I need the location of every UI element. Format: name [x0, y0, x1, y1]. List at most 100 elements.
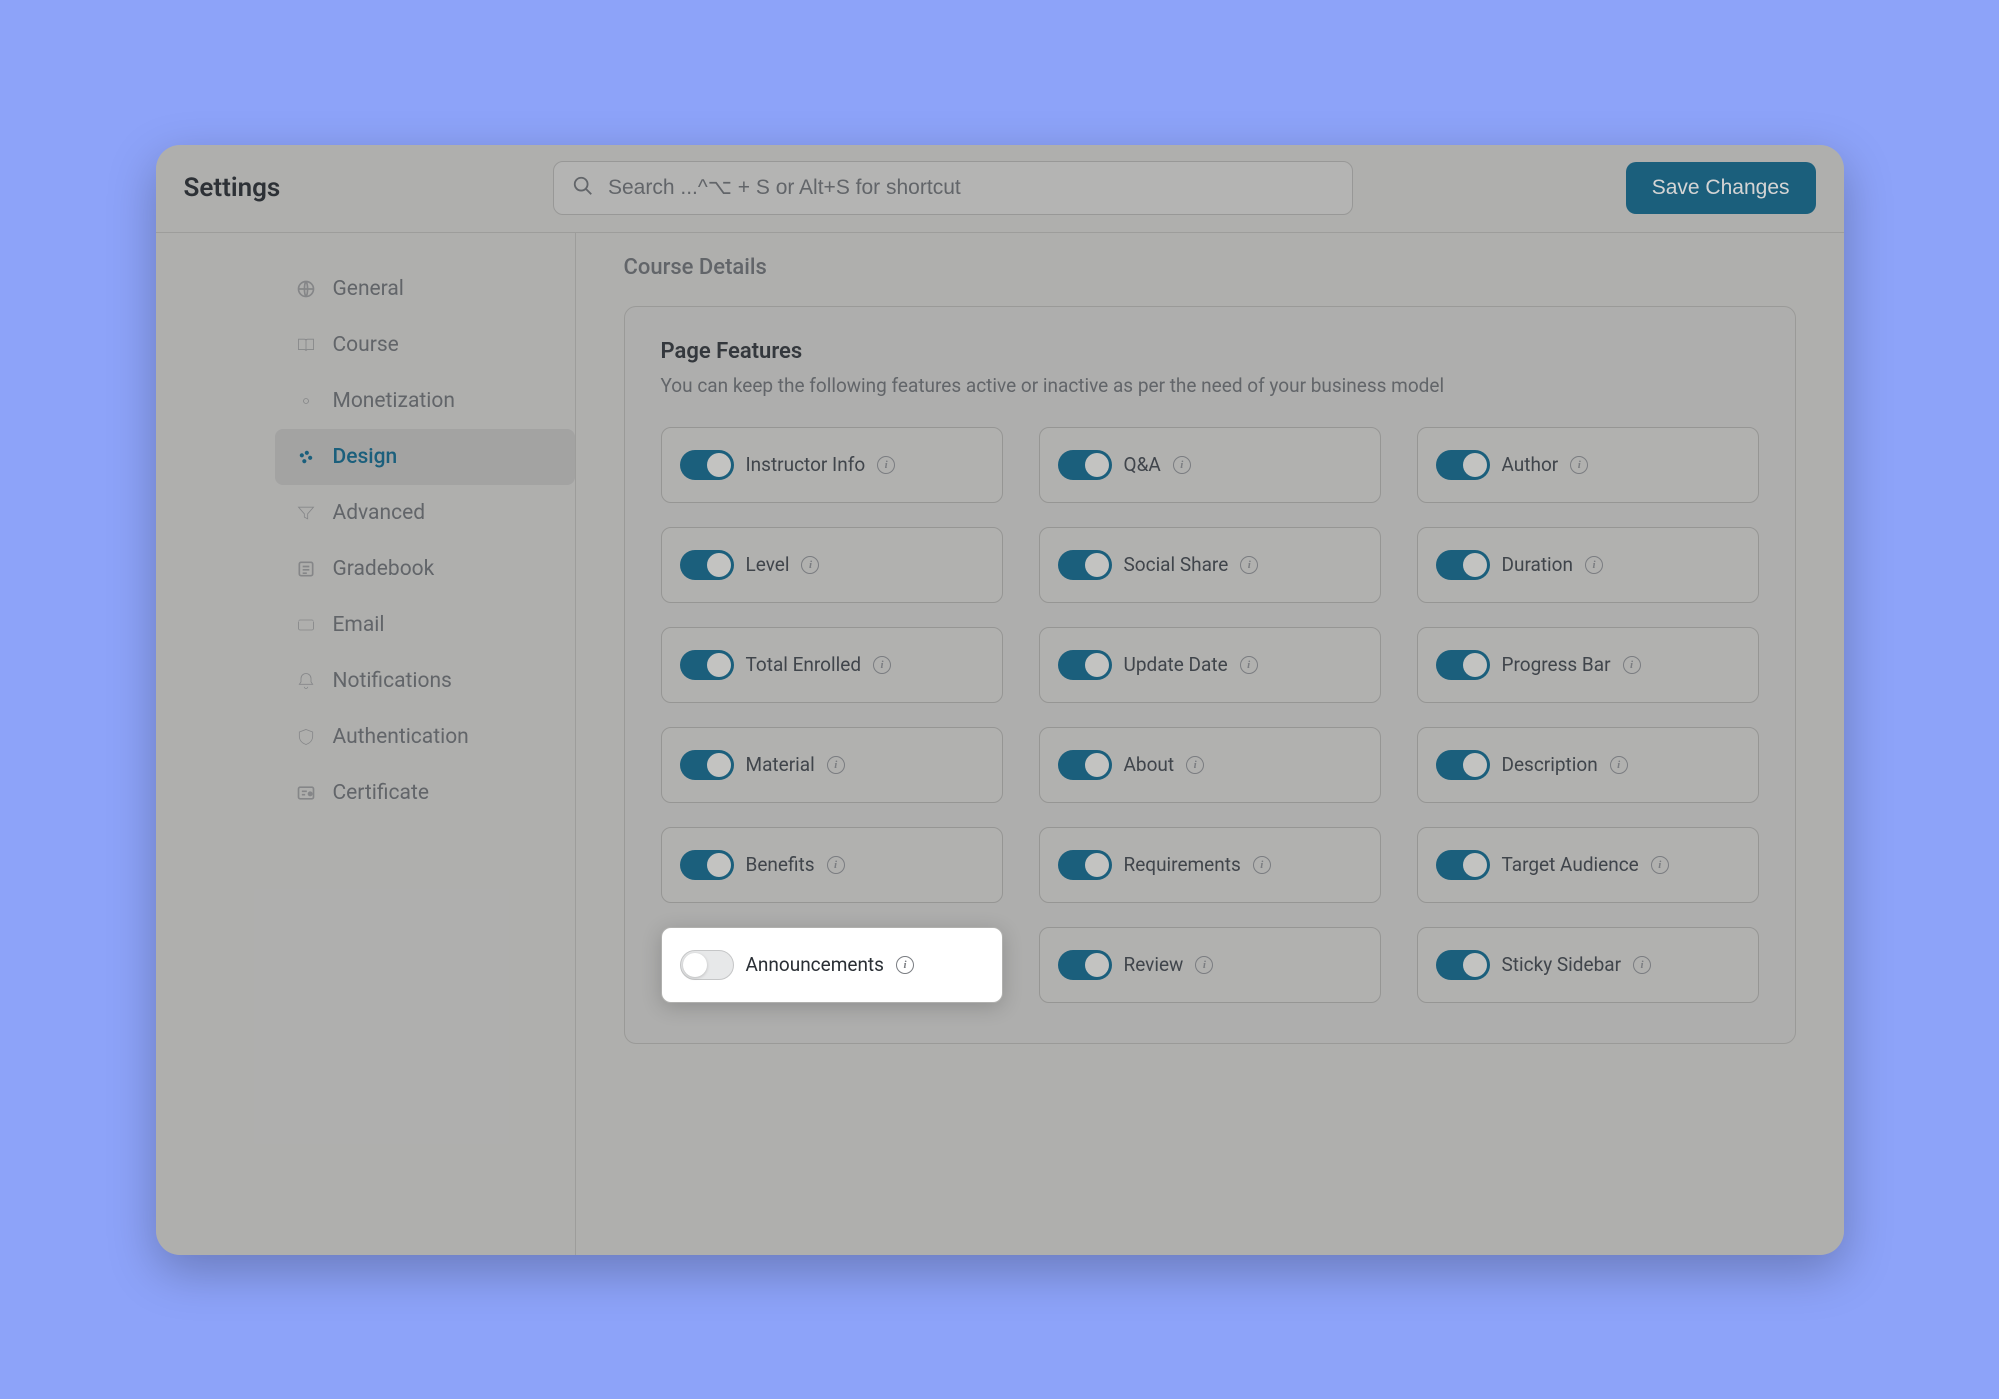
sidebar-item-course[interactable]: Course: [275, 317, 575, 373]
info-icon[interactable]: i: [1186, 756, 1204, 774]
panel-title: Page Features: [661, 339, 1759, 364]
info-icon[interactable]: i: [1633, 956, 1651, 974]
info-icon[interactable]: i: [1253, 856, 1271, 874]
main-content: Course Details Page Features You can kee…: [576, 233, 1844, 1255]
feature-toggle[interactable]: [1058, 450, 1112, 480]
feature-benefits: Benefitsi: [661, 827, 1003, 903]
feature-total-enrolled: Total Enrolled i: [661, 627, 1003, 703]
sidebar-item-label: Email: [333, 613, 385, 637]
sidebar-item-monetization[interactable]: Monetization: [275, 373, 575, 429]
feature-instructor-info: Instructor Info i: [661, 427, 1003, 503]
feature-toggle[interactable]: [680, 950, 734, 980]
feature-about: Abouti: [1039, 727, 1381, 803]
feature-toggle[interactable]: [680, 450, 734, 480]
feature-label: Progress Bar: [1502, 653, 1611, 676]
sidebar-item-label: Notifications: [333, 669, 452, 693]
feature-toggle[interactable]: [1436, 850, 1490, 880]
filter-icon: [295, 502, 317, 524]
feature-label: Instructor Info: [746, 453, 866, 476]
sidebar-item-general[interactable]: General: [275, 261, 575, 317]
feature-toggle[interactable]: [1436, 450, 1490, 480]
info-icon[interactable]: i: [877, 456, 895, 474]
palette-icon: [295, 446, 317, 468]
money-icon: [295, 390, 317, 412]
info-icon[interactable]: i: [873, 656, 891, 674]
info-icon[interactable]: i: [801, 556, 819, 574]
info-icon[interactable]: i: [1195, 956, 1213, 974]
features-grid: Instructor InfoiQ&AiAuthoriLeveliSocial …: [661, 427, 1759, 1003]
feature-toggle[interactable]: [1058, 850, 1112, 880]
feature-label: Material: [746, 753, 815, 776]
sidebar-item-label: Advanced: [333, 501, 426, 525]
info-icon[interactable]: i: [827, 856, 845, 874]
search-box[interactable]: [553, 161, 1353, 215]
feature-toggle[interactable]: [680, 650, 734, 680]
sidebar-item-label: Certificate: [333, 781, 429, 805]
feature-label: Level: [746, 553, 790, 576]
sidebar-item-label: Gradebook: [333, 557, 435, 581]
info-icon[interactable]: i: [1651, 856, 1669, 874]
feature-review: Reviewi: [1039, 927, 1381, 1003]
feature-toggle[interactable]: [1058, 950, 1112, 980]
feature-toggle[interactable]: [1058, 750, 1112, 780]
info-icon[interactable]: i: [896, 956, 914, 974]
feature-label: Q&A: [1124, 453, 1161, 476]
feature-label: Announcements: [746, 953, 884, 976]
feature-label: Author: [1502, 453, 1559, 476]
feature-toggle[interactable]: [1058, 650, 1112, 680]
sidebar-item-authentication[interactable]: Authentication: [275, 709, 575, 765]
feature-label: Description: [1502, 753, 1598, 776]
feature-duration: Durationi: [1417, 527, 1759, 603]
info-icon[interactable]: i: [1240, 556, 1258, 574]
feature-social-share: Social Sharei: [1039, 527, 1381, 603]
sidebar-item-certificate[interactable]: Certificate: [275, 765, 575, 821]
feature-toggle[interactable]: [1436, 950, 1490, 980]
sidebar-item-gradebook[interactable]: Gradebook: [275, 541, 575, 597]
globe-icon: [295, 278, 317, 300]
feature-material: Material i: [661, 727, 1003, 803]
feature-update-date: Update Datei: [1039, 627, 1381, 703]
feature-toggle[interactable]: [1436, 650, 1490, 680]
sidebar-item-design[interactable]: Design: [275, 429, 575, 485]
sidebar-item-label: Course: [333, 333, 399, 357]
body: General Course MonetizationDesign Advanced G…: [156, 233, 1844, 1255]
feature-toggle[interactable]: [680, 750, 734, 780]
feature-target-audience: Target Audience i: [1417, 827, 1759, 903]
sidebar-item-label: General: [333, 277, 404, 301]
feature-label: Total Enrolled: [746, 653, 862, 676]
feature-description: Description i: [1417, 727, 1759, 803]
info-icon[interactable]: i: [1173, 456, 1191, 474]
sidebar-item-advanced[interactable]: Advanced: [275, 485, 575, 541]
info-icon[interactable]: i: [1585, 556, 1603, 574]
feature-toggle[interactable]: [1436, 750, 1490, 780]
bell-icon: [295, 670, 317, 692]
feature-toggle[interactable]: [1436, 550, 1490, 580]
feature-toggle[interactable]: [1058, 550, 1112, 580]
certificate-icon: [295, 782, 317, 804]
search-input[interactable]: [608, 176, 1334, 200]
sidebar-item-notifications[interactable]: Notifications: [275, 653, 575, 709]
page-features-panel: Page Features You can keep the following…: [624, 306, 1796, 1044]
sidebar-item-label: Authentication: [333, 725, 469, 749]
feature-label: About: [1124, 753, 1175, 776]
shield-icon: [295, 726, 317, 748]
feature-q-a: Q&A i: [1039, 427, 1381, 503]
book-icon: [295, 334, 317, 356]
sidebar: General Course MonetizationDesign Advanced G…: [156, 233, 576, 1255]
feature-toggle[interactable]: [680, 850, 734, 880]
mail-icon: [295, 614, 317, 636]
feature-requirements: Requirements i: [1039, 827, 1381, 903]
feature-label: Requirements: [1124, 853, 1241, 876]
info-icon[interactable]: i: [1240, 656, 1258, 674]
info-icon[interactable]: i: [827, 756, 845, 774]
feature-label: Target Audience: [1502, 853, 1639, 876]
grade-icon: [295, 558, 317, 580]
save-changes-button[interactable]: Save Changes: [1626, 162, 1816, 214]
panel-subtitle: You can keep the following features acti…: [661, 374, 1759, 397]
sidebar-item-email[interactable]: Email: [275, 597, 575, 653]
search-icon: [572, 175, 594, 201]
info-icon[interactable]: i: [1570, 456, 1588, 474]
info-icon[interactable]: i: [1623, 656, 1641, 674]
feature-toggle[interactable]: [680, 550, 734, 580]
info-icon[interactable]: i: [1610, 756, 1628, 774]
